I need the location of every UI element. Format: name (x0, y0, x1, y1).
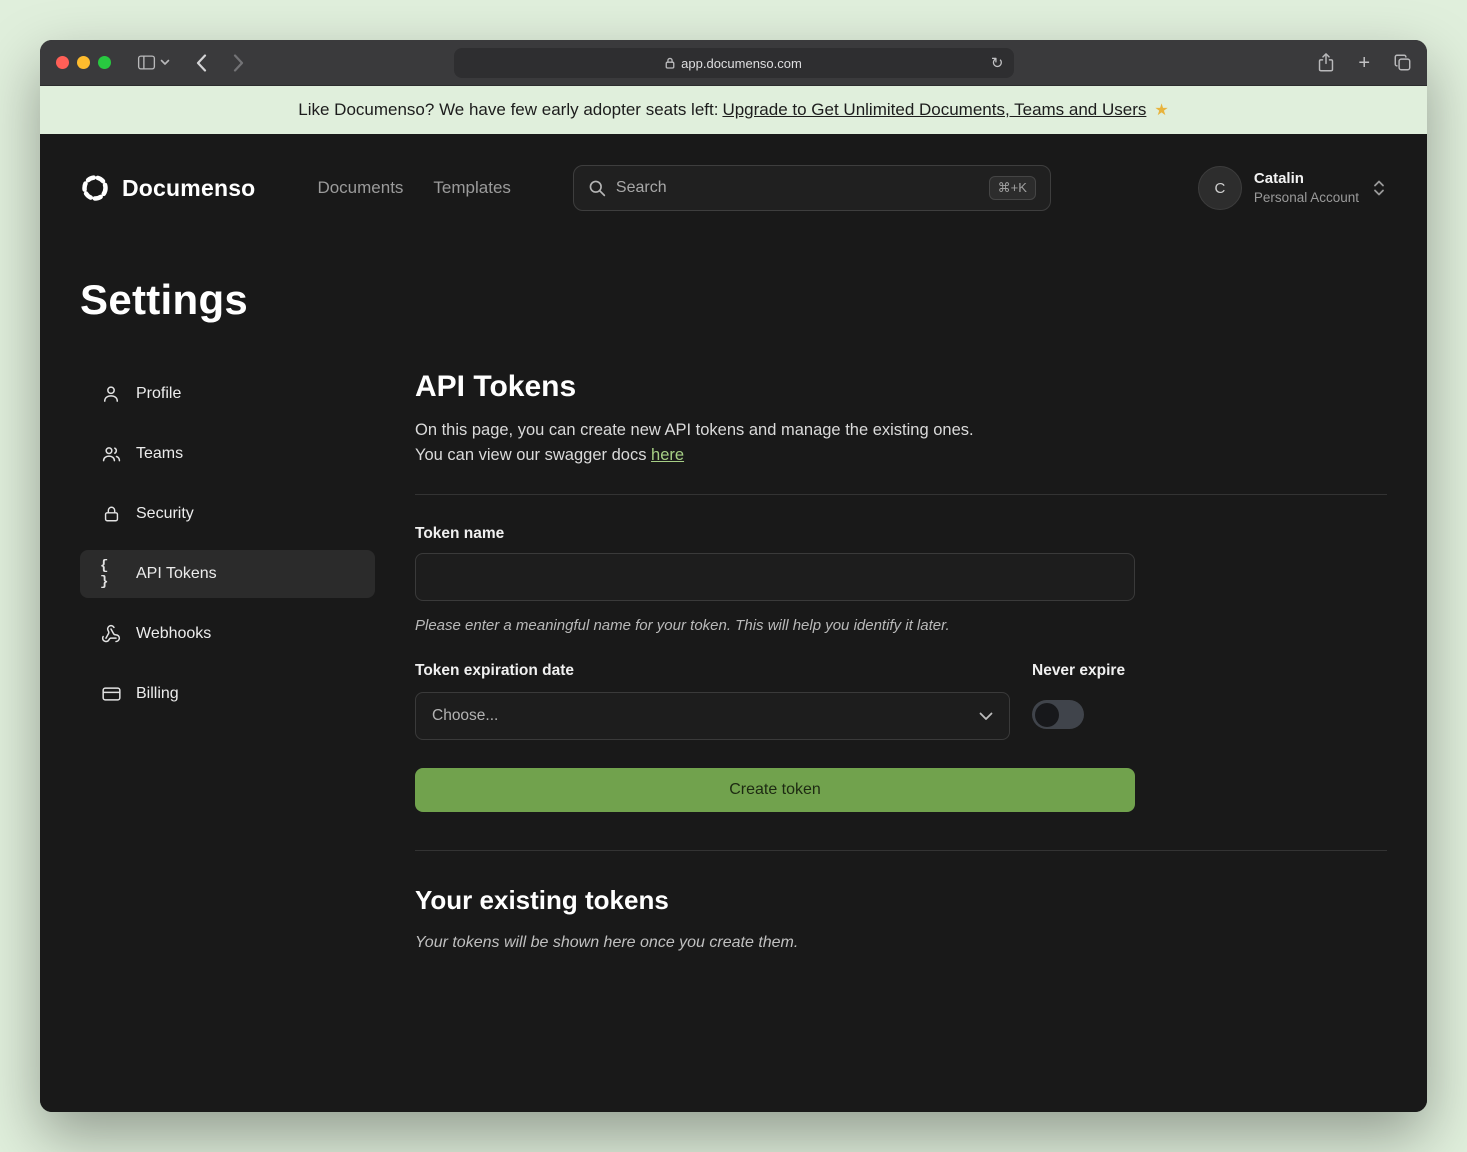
sidebar-item-label: Billing (136, 685, 179, 703)
divider (415, 850, 1387, 851)
zoom-window-button[interactable] (98, 56, 111, 69)
credit-card-icon (100, 684, 122, 704)
chevron-up-down-icon (1371, 178, 1387, 198)
sidebar-item-label: API Tokens (136, 565, 217, 583)
search-input[interactable]: Search ⌘+K (573, 165, 1051, 211)
refresh-icon[interactable]: ↻ (991, 56, 1004, 71)
section-title: API Tokens (415, 370, 1387, 404)
chevron-down-icon (979, 712, 993, 721)
token-name-input[interactable] (415, 553, 1135, 601)
star-icon: ★ (1154, 100, 1168, 120)
sidebar-item-billing[interactable]: Billing (80, 670, 375, 718)
settings-nav: Profile Teams (80, 370, 375, 952)
lock-icon (100, 504, 122, 524)
never-expire-toggle[interactable] (1032, 700, 1084, 729)
search-shortcut-badge: ⌘+K (989, 176, 1036, 200)
account-name: Catalin (1254, 169, 1359, 189)
users-icon (100, 444, 122, 464)
divider (415, 494, 1387, 495)
top-navigation: Documents Templates (317, 178, 510, 198)
sidebar-item-security[interactable]: Security (80, 490, 375, 538)
sidebar-item-profile[interactable]: Profile (80, 370, 375, 418)
upgrade-link[interactable]: Upgrade to Get Unlimited Documents, Team… (722, 100, 1146, 120)
toggle-knob (1035, 703, 1059, 727)
sidebar-item-webhooks[interactable]: Webhooks (80, 610, 375, 658)
app-header: Documenso Documents Templates Search ⌘+K… (80, 164, 1387, 212)
sidebar-item-label: Webhooks (136, 625, 211, 643)
forward-button[interactable] (233, 54, 244, 72)
address-bar[interactable]: app.documenso.com ↻ (454, 48, 1014, 78)
token-name-hint: Please enter a meaningful name for your … (415, 617, 1387, 634)
api-tokens-panel: API Tokens On this page, you can create … (415, 370, 1387, 952)
brand-name: Documenso (122, 175, 255, 202)
expiration-label: Token expiration date (415, 662, 1010, 680)
never-expire-label: Never expire (1032, 662, 1125, 680)
share-icon[interactable] (1318, 53, 1334, 72)
sidebar-chevron-icon[interactable] (160, 59, 170, 66)
sidebar-item-label: Profile (136, 385, 181, 403)
sidebar-item-teams[interactable]: Teams (80, 430, 375, 478)
section-description-line1: On this page, you can create new API tok… (415, 418, 1387, 443)
new-tab-icon[interactable]: + (1358, 53, 1370, 73)
sidebar-item-api-tokens[interactable]: { } API Tokens (80, 550, 375, 598)
url-text: app.documenso.com (681, 56, 802, 71)
promo-text: Like Documenso? We have few early adopte… (298, 100, 718, 120)
create-token-button[interactable]: Create token (415, 768, 1135, 812)
back-button[interactable] (196, 54, 207, 72)
lock-icon (665, 57, 675, 69)
existing-tokens-title: Your existing tokens (415, 885, 1387, 916)
minimize-window-button[interactable] (77, 56, 90, 69)
tab-overview-icon[interactable] (1394, 54, 1411, 71)
close-window-button[interactable] (56, 56, 69, 69)
account-menu[interactable]: C Catalin Personal Account (1198, 166, 1387, 210)
page-title: Settings (80, 276, 1387, 324)
account-type: Personal Account (1254, 189, 1359, 207)
webhook-icon (100, 624, 122, 644)
window-controls (56, 56, 111, 69)
expiration-select[interactable]: Choose... (415, 692, 1010, 740)
sidebar-toggle-icon[interactable] (137, 55, 156, 70)
browser-window: app.documenso.com ↻ + Like Docume (40, 40, 1427, 1112)
app-content: Documenso Documents Templates Search ⌘+K… (40, 134, 1427, 1112)
sidebar-item-label: Security (136, 505, 194, 523)
avatar: C (1198, 166, 1242, 210)
search-icon (588, 179, 606, 197)
nav-templates[interactable]: Templates (433, 178, 510, 198)
expiration-select-value: Choose... (432, 707, 498, 725)
brand[interactable]: Documenso (80, 173, 255, 203)
documenso-logo-icon (80, 173, 110, 203)
browser-toolbar: app.documenso.com ↻ + (40, 40, 1427, 86)
token-name-label: Token name (415, 525, 1387, 543)
user-icon (100, 384, 122, 404)
search-label: Search (616, 179, 667, 197)
nav-documents[interactable]: Documents (317, 178, 403, 198)
sidebar-item-label: Teams (136, 445, 183, 463)
braces-icon: { } (100, 558, 122, 590)
section-description-line2: You can view our swagger docs (415, 446, 651, 464)
existing-tokens-hint: Your tokens will be shown here once you … (415, 934, 1387, 952)
promo-banner: Like Documenso? We have few early adopte… (40, 86, 1427, 134)
swagger-docs-link[interactable]: here (651, 446, 684, 464)
